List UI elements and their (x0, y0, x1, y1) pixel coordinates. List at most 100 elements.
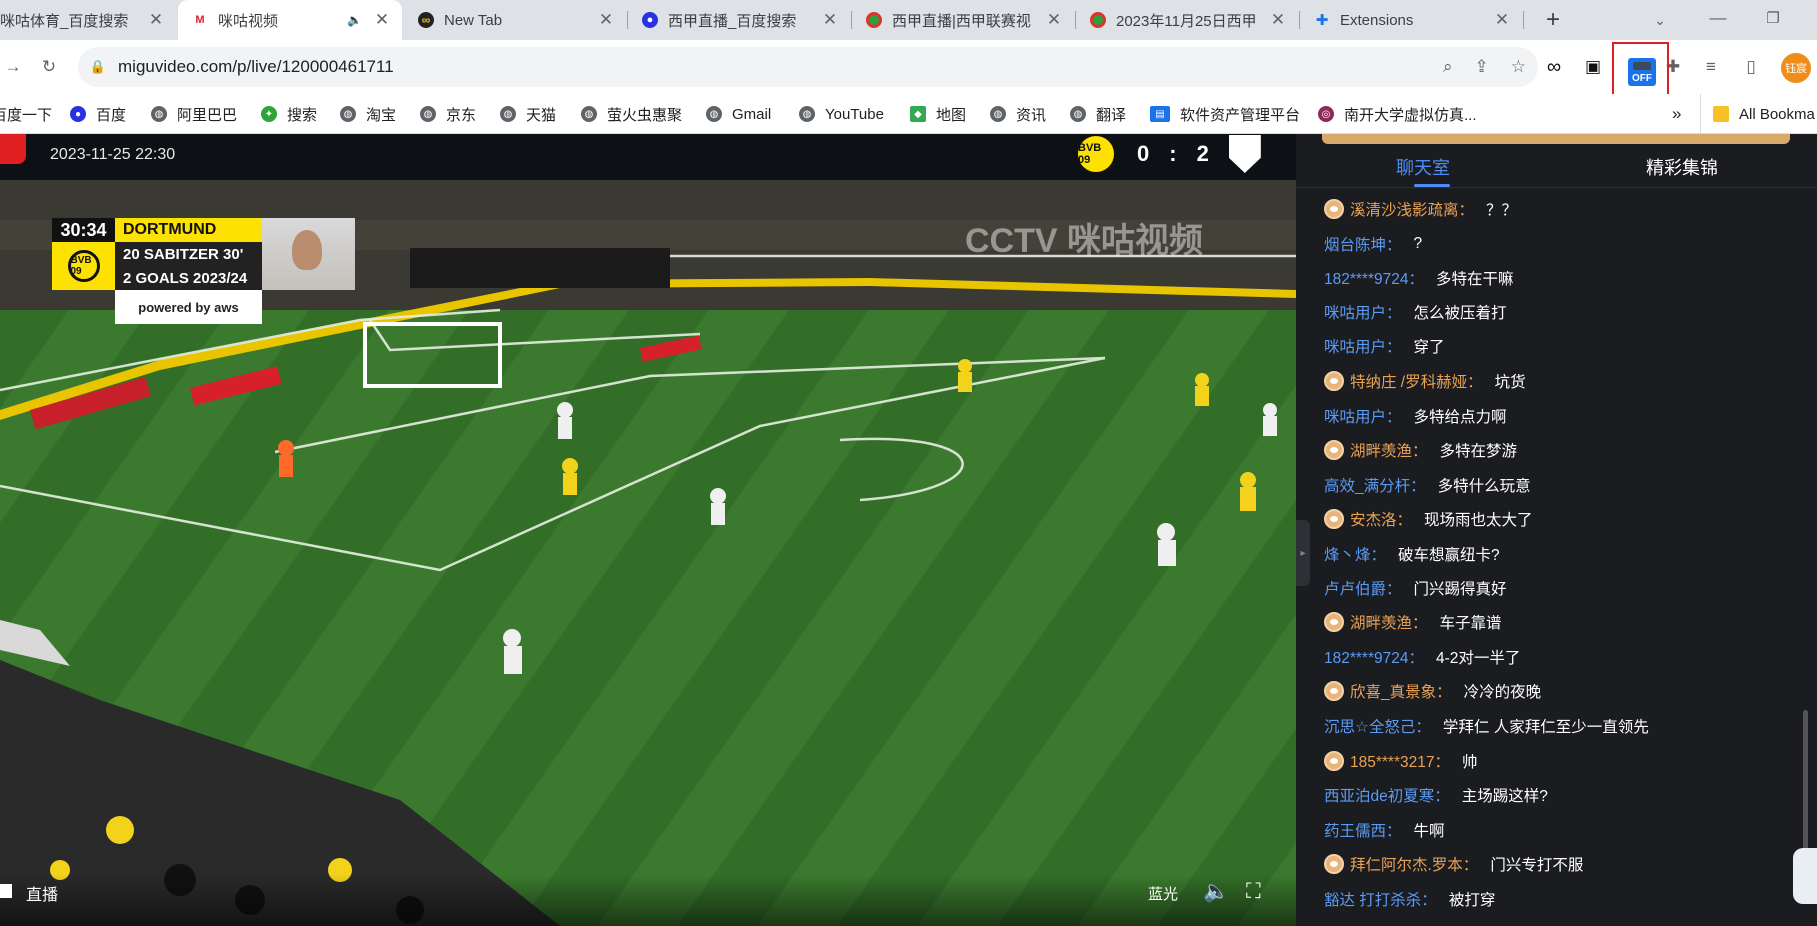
chat-username[interactable]: 182****9724： (1324, 267, 1424, 289)
chat-message: 185****3217： 帅 (1324, 744, 1478, 778)
tab-extensions[interactable]: ✚ Extensions ✕ (1300, 0, 1522, 40)
video-player[interactable]: 2023-11-25 22:30 BVB 09 0 : 2 30:34 BVB … (0, 134, 1296, 926)
bookmark-item[interactable]: 百度一下 (0, 94, 52, 134)
tab-chatroom[interactable]: 聊天室 (1396, 154, 1450, 187)
chat-username[interactable]: 豁达 打打杀杀： (1324, 888, 1437, 910)
volume-icon[interactable]: 🔈 (1203, 880, 1229, 904)
bookmark-item[interactable]: ◍ Gmail (706, 94, 771, 134)
bookmarks-overflow[interactable]: » (1672, 94, 1681, 134)
bookmark-label: 淘宝 (366, 106, 397, 124)
chat-username[interactable]: 182****9724： (1324, 646, 1424, 668)
bookmark-item[interactable]: ◆ 地图 (910, 94, 966, 134)
star-icon[interactable]: ☆ (1511, 57, 1526, 77)
infinity-extension-icon[interactable]: ∞ (1541, 54, 1567, 80)
bookmark-item[interactable]: ● 百度 (70, 94, 126, 134)
minimize-icon[interactable]: — (1705, 5, 1731, 31)
chat-username[interactable]: 特纳庄 /罗科赫娅： (1350, 370, 1483, 392)
url-text[interactable]: miguvideo.com/p/live/120000461711 (118, 57, 1538, 77)
chat-username[interactable]: 烟台陈坤： (1324, 233, 1402, 255)
close-icon[interactable]: ✕ (146, 10, 166, 30)
bookmark-item[interactable]: ◍ 资讯 (990, 94, 1046, 134)
bookmark-item[interactable]: ◍ 京东 (420, 94, 476, 134)
ghost-extension-icon[interactable]: ▣ (1580, 54, 1606, 80)
globe-icon: ◍ (151, 106, 167, 122)
extension-off-highlight[interactable]: OFF (1612, 42, 1669, 102)
tab-laliga-live[interactable]: 西甲直播|西甲联赛视 ✕ (852, 0, 1074, 40)
chat-username[interactable]: 药王儒西： (1324, 819, 1402, 841)
bookmark-item[interactable]: ◍ 翻译 (1070, 94, 1126, 134)
side-panel-icon[interactable]: ▯ (1738, 54, 1764, 80)
overlay-crest: BVB 09 (52, 242, 115, 290)
speaker-icon[interactable]: 🔈 (347, 13, 362, 27)
zoom-icon[interactable]: ⌕ (1443, 57, 1453, 77)
chat-username[interactable]: 烽丶烽： (1324, 543, 1386, 565)
forward-icon[interactable]: → (0, 54, 26, 80)
bookmark-item[interactable]: ◍ 淘宝 (340, 94, 396, 134)
new-tab-plus-icon[interactable]: + (1540, 6, 1566, 33)
tab-laliga-baidu[interactable]: ● 西甲直播_百度搜索 ✕ (628, 0, 850, 40)
media-control-icon[interactable]: ≡ (1698, 54, 1724, 80)
chat-text: 门兴专打不服 (1490, 857, 1584, 874)
bookmark-item[interactable]: ◍ 天猫 (500, 94, 556, 134)
chat-username[interactable]: 湖畔羡渔： (1350, 611, 1428, 633)
chat-username[interactable]: 溪清沙浅影疏离： (1350, 198, 1474, 220)
globe-icon: ◍ (581, 106, 597, 122)
tab-title: Extensions (1340, 11, 1414, 29)
all-bookmarks[interactable]: All Bookma (1700, 94, 1815, 134)
close-icon[interactable]: ✕ (596, 10, 616, 30)
floating-helper-icon[interactable] (1793, 848, 1817, 904)
tab-laliga-date[interactable]: 2023年11月25日西甲 ✕ (1076, 0, 1298, 40)
chat-username[interactable]: 咪咕用户： (1324, 405, 1402, 427)
chevron-down-icon[interactable]: ⌄ (1647, 7, 1673, 33)
bookmark-item[interactable]: ✦ 搜索 (261, 94, 317, 134)
chat-username[interactable]: 西亚泊de初夏寒： (1324, 784, 1450, 806)
close-icon[interactable]: ✕ (372, 10, 392, 30)
profile-avatar[interactable]: 钰宸 (1781, 53, 1811, 83)
tab-new-tab[interactable]: ∞ New Tab ✕ (404, 0, 626, 40)
bookmark-label: 萤火虫惠聚 (607, 106, 683, 124)
globe-icon: ◍ (1070, 106, 1086, 122)
address-bar[interactable]: 🔒 miguvideo.com/p/live/120000461711 ⌕ ⇪ … (78, 47, 1538, 87)
chat-username[interactable]: 拜仁阿尔杰.罗本： (1350, 853, 1478, 875)
chat-username[interactable]: 欣喜_真景象： (1350, 680, 1452, 702)
restore-icon[interactable]: ❐ (1760, 5, 1786, 31)
close-icon[interactable]: ✕ (1044, 10, 1064, 30)
bookmark-item[interactable]: ▤ 软件资产管理平台 (1150, 94, 1300, 134)
dortmund-crest-icon: BVB 09 (1075, 134, 1117, 175)
vip-badge-icon (1324, 371, 1344, 391)
bookmark-item[interactable]: ◍ 萤火虫惠聚 (581, 94, 682, 134)
quality-selector[interactable]: 蓝光 (1148, 883, 1178, 904)
reload-icon[interactable]: ↻ (36, 54, 62, 80)
tab-highlights[interactable]: 精彩集锦 (1646, 154, 1718, 180)
vip-badge-icon (1324, 751, 1344, 771)
share-icon[interactable]: ⇪ (1475, 57, 1489, 77)
bookmark-label: 南开大学虚拟仿真... (1344, 106, 1477, 124)
chat-username[interactable]: 湖畔羡渔： (1350, 439, 1428, 461)
close-icon[interactable]: ✕ (1268, 10, 1288, 30)
chat-message-list[interactable]: 溪清沙浅影疏离： ？？ 烟台陈坤：? 182****9724： 多特在干嘛 咪咕用户… (1296, 189, 1801, 926)
bookmark-item[interactable]: ◍ YouTube (799, 94, 884, 134)
close-icon[interactable]: ✕ (820, 10, 840, 30)
extension-off-icon[interactable]: OFF (1628, 58, 1656, 86)
tab-title: New Tab (444, 11, 503, 29)
bookmark-item[interactable]: ◍ 阿里巴巴 (151, 94, 237, 134)
chat-username[interactable]: 卢卢伯爵： (1324, 577, 1402, 599)
bookmark-label: 软件资产管理平台 (1180, 106, 1301, 124)
chat-username[interactable]: 沉思☆全怒己： (1324, 715, 1431, 737)
close-icon[interactable]: ✕ (1492, 10, 1512, 30)
chat-username[interactable]: 185****3217： (1350, 750, 1450, 772)
tab-baidu-search[interactable]: 咪咕体育_百度搜索 ✕ (0, 0, 176, 40)
bookmark-label: YouTube (825, 105, 884, 123)
chat-username[interactable]: 高效_满分杆： (1324, 474, 1426, 496)
chat-username[interactable]: 安杰洛： (1350, 508, 1412, 530)
chat-scrollbar[interactable] (1803, 710, 1808, 850)
fullscreen-icon[interactable]: ⛶ (1246, 880, 1261, 904)
lock-icon[interactable]: 🔒 (78, 59, 118, 75)
bookmark-item[interactable]: ◎ 南开大学虚拟仿真... (1318, 94, 1477, 134)
chat-username[interactable]: 咪咕用户： (1324, 335, 1402, 357)
tab-migu-video[interactable]: M 咪咕视频 🔈 ✕ (178, 0, 402, 40)
overlay-sponsor: powered by aws (115, 290, 262, 324)
vip-badge-icon (1324, 681, 1344, 701)
chat-username[interactable]: 咪咕用户： (1324, 301, 1402, 323)
bookmarks-bar: 百度一下 ● 百度 ◍ 阿里巴巴 ✦ 搜索 ◍ 淘宝 ◍ 京东 ◍ 天猫 ◍ 萤火虫惠聚 ◍ G… (0, 94, 1817, 134)
